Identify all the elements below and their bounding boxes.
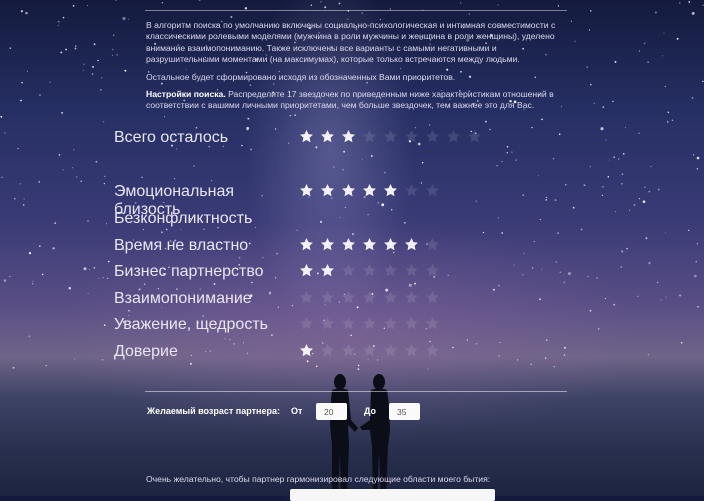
star-icon[interactable] xyxy=(296,262,317,278)
star-icon[interactable] xyxy=(422,236,443,252)
rating-row-emotional: Эмоциональная близость xyxy=(114,183,276,218)
star-icon[interactable] xyxy=(422,342,443,358)
star-icon[interactable] xyxy=(380,342,401,358)
star-icon[interactable] xyxy=(401,236,422,252)
star-icon[interactable] xyxy=(338,342,359,358)
age-from-input[interactable] xyxy=(316,403,347,420)
star-icon[interactable] xyxy=(401,342,422,358)
rating-row-trust: Доверие xyxy=(114,343,276,360)
star-icon[interactable] xyxy=(359,342,380,358)
star-icon[interactable] xyxy=(422,315,443,331)
star-icon[interactable] xyxy=(296,289,317,305)
star-icon[interactable] xyxy=(359,182,380,198)
star-icon[interactable] xyxy=(338,182,359,198)
intro-paragraph: В алгоритм поиска по умолчанию включены … xyxy=(146,20,556,65)
age-to-label: До xyxy=(364,406,377,416)
star-icon[interactable] xyxy=(401,128,422,144)
rating-label-business: Бизнес партнерство xyxy=(114,263,264,280)
stars-understanding xyxy=(296,289,443,305)
harmonize-areas-select[interactable] xyxy=(290,489,495,501)
star-icon[interactable] xyxy=(317,342,338,358)
rating-label-conflict-free: Безконфликтность xyxy=(114,210,253,227)
rating-row-understanding: Взаимопонимание xyxy=(114,290,276,307)
star-icon[interactable] xyxy=(296,182,317,198)
age-from-label: От xyxy=(291,406,303,416)
intro-text: В алгоритм поиска по умолчанию включены … xyxy=(146,20,571,112)
intro-priorities-note: Остальное будет сформировано исходя из о… xyxy=(146,71,456,82)
rating-label-remaining: Всего осталось xyxy=(114,129,229,146)
star-icon[interactable] xyxy=(338,236,359,252)
section-divider xyxy=(145,391,567,392)
star-icon[interactable] xyxy=(422,182,443,198)
search-settings-heading: Настройки поиска. xyxy=(146,89,226,100)
stars-trust xyxy=(296,342,443,358)
star-icon[interactable] xyxy=(422,128,443,144)
search-settings-text: Настройки поиска. Распределите 17 звездо… xyxy=(146,89,571,112)
star-icon[interactable] xyxy=(317,262,338,278)
star-icon[interactable] xyxy=(317,315,338,331)
star-icon[interactable] xyxy=(359,315,380,331)
star-icon[interactable] xyxy=(422,289,443,305)
stars-emotional xyxy=(296,182,443,198)
age-to-input[interactable] xyxy=(389,403,420,420)
stars-business xyxy=(296,262,443,278)
partner-age-label: Желаемый возраст партнера: xyxy=(147,406,280,416)
rating-row-conflict-free: Безконфликтность xyxy=(114,210,276,227)
star-icon[interactable] xyxy=(296,315,317,331)
rating-row-respect: Уважение, щедрость xyxy=(114,316,276,333)
star-icon[interactable] xyxy=(359,128,380,144)
star-icon[interactable] xyxy=(296,128,317,144)
rating-row-time: Время не властно xyxy=(114,237,276,254)
star-icon[interactable] xyxy=(338,128,359,144)
harmonize-areas-text: Очень желательно, чтобы партнер гармониз… xyxy=(146,474,491,484)
star-icon[interactable] xyxy=(401,182,422,198)
star-icon[interactable] xyxy=(380,182,401,198)
rating-label-time: Время не властно xyxy=(114,237,249,254)
star-icon[interactable] xyxy=(338,315,359,331)
star-icon[interactable] xyxy=(401,262,422,278)
stars-respect xyxy=(296,315,443,331)
rating-row-remaining: Всего осталось xyxy=(114,129,276,146)
rating-row-business: Бизнес партнерство xyxy=(114,263,276,280)
star-icon[interactable] xyxy=(464,128,485,144)
top-divider xyxy=(145,10,567,11)
star-icon[interactable] xyxy=(317,128,338,144)
rating-label-trust: Доверие xyxy=(114,343,178,360)
star-icon[interactable] xyxy=(380,289,401,305)
rating-label-understanding: Взаимопонимание xyxy=(114,290,252,307)
star-icon[interactable] xyxy=(296,342,317,358)
stars-remaining xyxy=(296,128,485,144)
star-icon[interactable] xyxy=(359,236,380,252)
star-icon[interactable] xyxy=(401,289,422,305)
star-icon[interactable] xyxy=(443,128,464,144)
star-icon[interactable] xyxy=(338,289,359,305)
rating-label-respect: Уважение, щедрость xyxy=(114,316,268,333)
star-icon[interactable] xyxy=(317,289,338,305)
star-icon[interactable] xyxy=(380,315,401,331)
star-icon[interactable] xyxy=(338,262,359,278)
star-icon[interactable] xyxy=(380,128,401,144)
star-icon[interactable] xyxy=(317,236,338,252)
star-icon[interactable] xyxy=(380,236,401,252)
star-icon[interactable] xyxy=(380,262,401,278)
star-icon[interactable] xyxy=(401,315,422,331)
stars-time xyxy=(296,236,443,252)
star-icon[interactable] xyxy=(359,289,380,305)
star-icon[interactable] xyxy=(296,236,317,252)
star-icon[interactable] xyxy=(317,182,338,198)
star-icon[interactable] xyxy=(359,262,380,278)
star-icon[interactable] xyxy=(422,262,443,278)
